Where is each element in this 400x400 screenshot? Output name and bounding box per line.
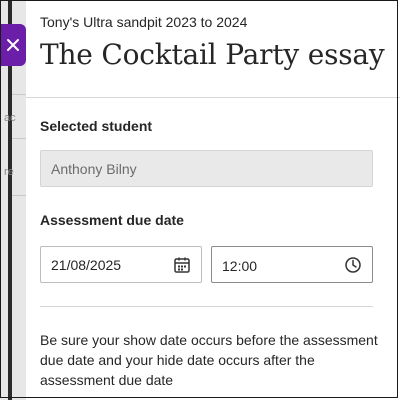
due-time-value: 12:00 <box>222 258 258 274</box>
close-icon <box>7 39 19 51</box>
section-divider <box>40 306 373 307</box>
calendar-icon[interactable] <box>173 256 191 274</box>
selected-student-field: Anthony Bilny <box>40 150 373 187</box>
due-date-input[interactable]: 21/08/2025 <box>40 246 202 283</box>
background-divider <box>12 138 26 139</box>
page-title: The Cocktail Party essay <box>40 38 385 71</box>
side-panel: Tony's Ultra sandpit 2023 to 2024 The Co… <box>26 0 400 400</box>
assessment-due-date-label: Assessment due date <box>40 212 184 228</box>
background-text-fragment: ac <box>4 112 16 124</box>
due-date-value: 21/08/2025 <box>51 257 122 273</box>
due-time-input[interactable]: 12:00 <box>211 246 373 283</box>
selected-student-label: Selected student <box>40 118 153 134</box>
date-guidance-text: Be sure your show date occurs before the… <box>40 332 378 388</box>
background-divider <box>12 195 26 196</box>
background-divider <box>12 94 26 95</box>
panel-header: Tony's Ultra sandpit 2023 to 2024 The Co… <box>26 0 400 98</box>
clock-icon[interactable] <box>344 256 362 274</box>
close-panel-button[interactable] <box>0 24 26 66</box>
course-title: Tony's Ultra sandpit 2023 to 2024 <box>40 14 248 30</box>
background-text-fragment: re <box>4 166 14 178</box>
